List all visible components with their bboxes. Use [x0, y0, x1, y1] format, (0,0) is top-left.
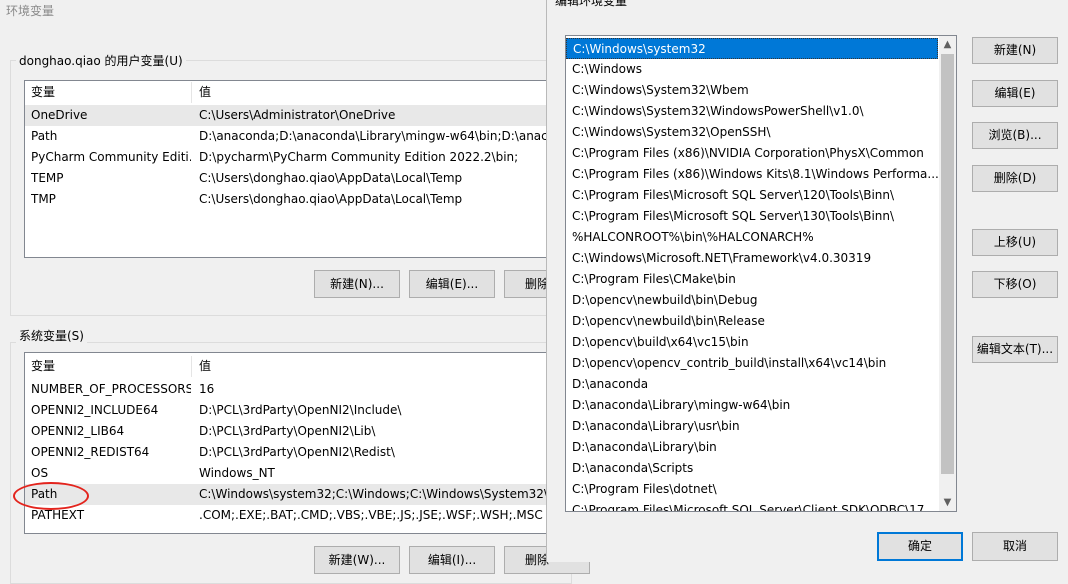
new-path-button[interactable]: 新建(N): [972, 37, 1058, 64]
system-edit-button[interactable]: 编辑(I)...: [409, 546, 495, 574]
list-item[interactable]: D:\opencv\build\x64\vc15\bin: [566, 332, 938, 353]
scroll-up-icon[interactable]: ▲: [939, 36, 956, 53]
list-item[interactable]: D:\anaconda\Scripts: [566, 458, 938, 479]
list-item[interactable]: D:\opencv\newbuild\bin\Release: [566, 311, 938, 332]
table-row[interactable]: TMP C:\Users\donghao.qiao\AppData\Local\…: [25, 189, 565, 210]
table-row[interactable]: OneDrive C:\Users\Administrator\OneDrive: [25, 105, 565, 126]
browse-button[interactable]: 浏览(B)...: [972, 122, 1058, 149]
variable-name: PyCharm Community Editi...: [31, 150, 191, 164]
header-separator[interactable]: [191, 356, 192, 377]
system-variables-label: 系统变量(S): [16, 327, 87, 344]
header-value[interactable]: 值: [199, 356, 211, 377]
list-item[interactable]: D:\opencv\newbuild\bin\Debug: [566, 290, 938, 311]
table-row[interactable]: OS Windows_NT: [25, 463, 565, 484]
table-row[interactable]: TEMP C:\Users\donghao.qiao\AppData\Local…: [25, 168, 565, 189]
list-item[interactable]: C:\Program Files\Microsoft SQL Server\12…: [566, 185, 938, 206]
variable-value: 16: [199, 382, 215, 396]
delete-path-button[interactable]: 删除(D): [972, 165, 1058, 192]
dialog-title: 编辑环境变量: [555, 0, 628, 8]
edit-path-button[interactable]: 编辑(E): [972, 80, 1058, 107]
system-new-button[interactable]: 新建(W)...: [314, 546, 400, 574]
table-row[interactable]: OPENNI2_LIB64 D:\PCL\3rdParty\OpenNI2\Li…: [25, 421, 565, 442]
list-item[interactable]: C:\Windows\System32\Wbem: [566, 80, 938, 101]
variable-value: D:\PCL\3rdParty\OpenNI2\Redist\: [199, 445, 395, 459]
variable-name: TEMP: [31, 171, 64, 185]
path-list[interactable]: C:\Windows\system32 C:\Windows C:\Window…: [565, 35, 957, 512]
edit-environment-variable-dialog: 编辑环境变量 C:\Windows\system32 C:\Windows C:…: [546, 0, 1068, 562]
move-up-button[interactable]: 上移(U): [972, 229, 1058, 256]
table-row[interactable]: Path D:\anaconda;D:\anaconda\Library\min…: [25, 126, 565, 147]
table-row[interactable]: OPENNI2_INCLUDE64 D:\PCL\3rdParty\OpenNI…: [25, 400, 565, 421]
variable-value: Windows_NT: [199, 466, 275, 480]
list-item[interactable]: D:\anaconda: [566, 374, 938, 395]
list-item[interactable]: C:\Windows: [566, 59, 938, 80]
scroll-thumb[interactable]: [941, 54, 954, 474]
dialog-title: 环境变量: [6, 4, 55, 18]
variable-name: OPENNI2_LIB64: [31, 424, 125, 438]
list-item[interactable]: D:\anaconda\Library\bin: [566, 437, 938, 458]
variable-value: D:\PCL\3rdParty\OpenNI2\Lib\: [199, 424, 376, 438]
variable-value: C:\Windows\system32;C:\Windows;C:\Window…: [199, 487, 560, 501]
variable-value: .COM;.EXE;.BAT;.CMD;.VBS;.VBE;.JS;.JSE;.…: [199, 508, 543, 522]
variable-name: OPENNI2_REDIST64: [31, 445, 150, 459]
vertical-scrollbar[interactable]: ▲ ▼: [939, 36, 956, 511]
list-item[interactable]: C:\Program Files (x86)\Windows Kits\8.1\…: [566, 164, 938, 185]
header-variable[interactable]: 变量: [31, 356, 191, 377]
table-row[interactable]: OPENNI2_REDIST64 D:\PCL\3rdParty\OpenNI2…: [25, 442, 565, 463]
user-variables-label: donghao.qiao 的用户变量(U): [16, 52, 186, 69]
header-separator[interactable]: [191, 82, 192, 103]
scroll-down-icon[interactable]: ▼: [939, 494, 956, 511]
variable-value: C:\Users\Administrator\OneDrive: [199, 108, 396, 122]
edit-text-button[interactable]: 编辑文本(T)...: [972, 336, 1058, 363]
table-row[interactable]: PATHEXT .COM;.EXE;.BAT;.CMD;.VBS;.VBE;.J…: [25, 505, 565, 526]
list-item[interactable]: C:\Program Files\Microsoft SQL Server\Cl…: [566, 500, 938, 511]
cancel-button[interactable]: 取消: [972, 532, 1058, 561]
variable-name: NUMBER_OF_PROCESSORS: [31, 382, 191, 396]
variable-value: C:\Users\donghao.qiao\AppData\Local\Temp: [199, 192, 463, 206]
list-item[interactable]: C:\Windows\System32\WindowsPowerShell\v1…: [566, 101, 938, 122]
ok-button[interactable]: 确定: [877, 532, 963, 561]
table-row[interactable]: Path C:\Windows\system32;C:\Windows;C:\W…: [25, 484, 565, 505]
variable-name: Path: [31, 129, 58, 143]
move-down-button[interactable]: 下移(O): [972, 271, 1058, 298]
annotation-circle: [13, 482, 89, 510]
header-value[interactable]: 值: [199, 82, 211, 103]
variable-name: OS: [31, 466, 49, 480]
table-row[interactable]: NUMBER_OF_PROCESSORS 16: [25, 379, 565, 400]
list-item[interactable]: D:\opencv\opencv_contrib_build\install\x…: [566, 353, 938, 374]
header-variable[interactable]: 变量: [31, 82, 191, 103]
user-new-button[interactable]: 新建(N)...: [314, 270, 400, 298]
variable-value: D:\anaconda;D:\anaconda\Library\mingw-w6…: [199, 129, 563, 143]
list-item[interactable]: C:\Program Files\Microsoft SQL Server\13…: [566, 206, 938, 227]
environment-variables-dialog: 环境变量 donghao.qiao 的用户变量(U) 变量 值 OneDrive…: [0, 0, 590, 584]
list-item[interactable]: C:\Windows\system32: [566, 38, 938, 59]
list-item[interactable]: D:\anaconda\Library\mingw-w64\bin: [566, 395, 938, 416]
variable-name: TMP: [31, 192, 56, 206]
list-item[interactable]: C:\Program Files (x86)\NVIDIA Corporatio…: [566, 143, 938, 164]
list-header: 变量 值: [25, 82, 565, 103]
list-item[interactable]: C:\Windows\Microsoft.NET\Framework\v4.0.…: [566, 248, 938, 269]
variable-value: C:\Users\donghao.qiao\AppData\Local\Temp: [199, 171, 463, 185]
list-item[interactable]: C:\Program Files\dotnet\: [566, 479, 938, 500]
variable-value: D:\pycharm\PyCharm Community Edition 202…: [199, 150, 519, 164]
list-item[interactable]: %HALCONROOT%\bin\%HALCONARCH%: [566, 227, 938, 248]
user-edit-button[interactable]: 编辑(E)...: [409, 270, 495, 298]
list-item[interactable]: D:\anaconda\Library\usr\bin: [566, 416, 938, 437]
system-variables-list[interactable]: 变量 值 NUMBER_OF_PROCESSORS 16 OPENNI2_INC…: [24, 352, 566, 534]
variable-name: OPENNI2_INCLUDE64: [31, 403, 159, 417]
list-item[interactable]: C:\Windows\System32\OpenSSH\: [566, 122, 938, 143]
table-row[interactable]: PyCharm Community Editi... D:\pycharm\Py…: [25, 147, 565, 168]
list-item[interactable]: C:\Program Files\CMake\bin: [566, 269, 938, 290]
user-variables-list[interactable]: 变量 值 OneDrive C:\Users\Administrator\One…: [24, 80, 566, 258]
list-header: 变量 值: [25, 356, 565, 377]
variable-name: OneDrive: [31, 108, 88, 122]
variable-value: D:\PCL\3rdParty\OpenNI2\Include\: [199, 403, 402, 417]
